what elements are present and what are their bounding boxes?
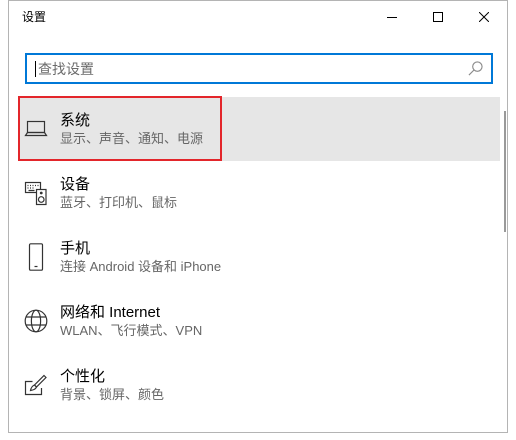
- close-button[interactable]: [461, 1, 507, 33]
- search-icon[interactable]: [468, 61, 483, 76]
- maximize-icon: [433, 12, 443, 22]
- category-network[interactable]: 网络和 Internet WLAN、飞行模式、VPN: [18, 289, 500, 353]
- category-title: 网络和 Internet: [60, 304, 161, 321]
- search-box[interactable]: [25, 53, 493, 84]
- category-subtitle: 连接 Android 设备和 iPhone: [60, 259, 222, 274]
- category-subtitle: WLAN、飞行模式、VPN: [60, 323, 203, 338]
- category-subtitle: 背景、锁屏、颜色: [60, 387, 165, 402]
- category-list: 系统 显示、声音、通知、电源 设备 蓝牙、打印机、鼠标 手机 连接 Androi…: [18, 97, 500, 417]
- minimize-button[interactable]: [369, 1, 415, 33]
- title-bar[interactable]: 设置: [9, 1, 507, 33]
- phone-icon: [24, 243, 48, 271]
- search-input[interactable]: [27, 55, 491, 82]
- devices-icon: [24, 179, 48, 207]
- category-personalization[interactable]: 个性化 背景、锁屏、颜色: [18, 353, 500, 417]
- minimize-icon: [387, 12, 397, 22]
- close-icon: [479, 12, 489, 22]
- scrollbar[interactable]: [504, 111, 506, 232]
- personalization-icon: [24, 371, 48, 399]
- category-title: 系统: [60, 112, 91, 129]
- category-title: 手机: [60, 240, 91, 257]
- category-system[interactable]: 系统 显示、声音、通知、电源: [18, 97, 500, 161]
- window-title: 设置: [22, 10, 47, 24]
- text-caret: [35, 61, 36, 77]
- globe-icon: [24, 307, 48, 335]
- settings-window: 设置 查找设置 系统 显示、声音、通知、电源 设备 蓝牙、打印机、鼠标 手机 连…: [8, 0, 508, 433]
- category-devices[interactable]: 设备 蓝牙、打印机、鼠标: [18, 161, 500, 225]
- maximize-button[interactable]: [415, 1, 461, 33]
- category-title: 个性化: [60, 368, 106, 385]
- laptop-icon: [24, 115, 48, 143]
- category-title: 设备: [60, 176, 91, 193]
- category-phone[interactable]: 手机 连接 Android 设备和 iPhone: [18, 225, 500, 289]
- category-subtitle: 显示、声音、通知、电源: [60, 131, 204, 146]
- category-subtitle: 蓝牙、打印机、鼠标: [60, 195, 178, 210]
